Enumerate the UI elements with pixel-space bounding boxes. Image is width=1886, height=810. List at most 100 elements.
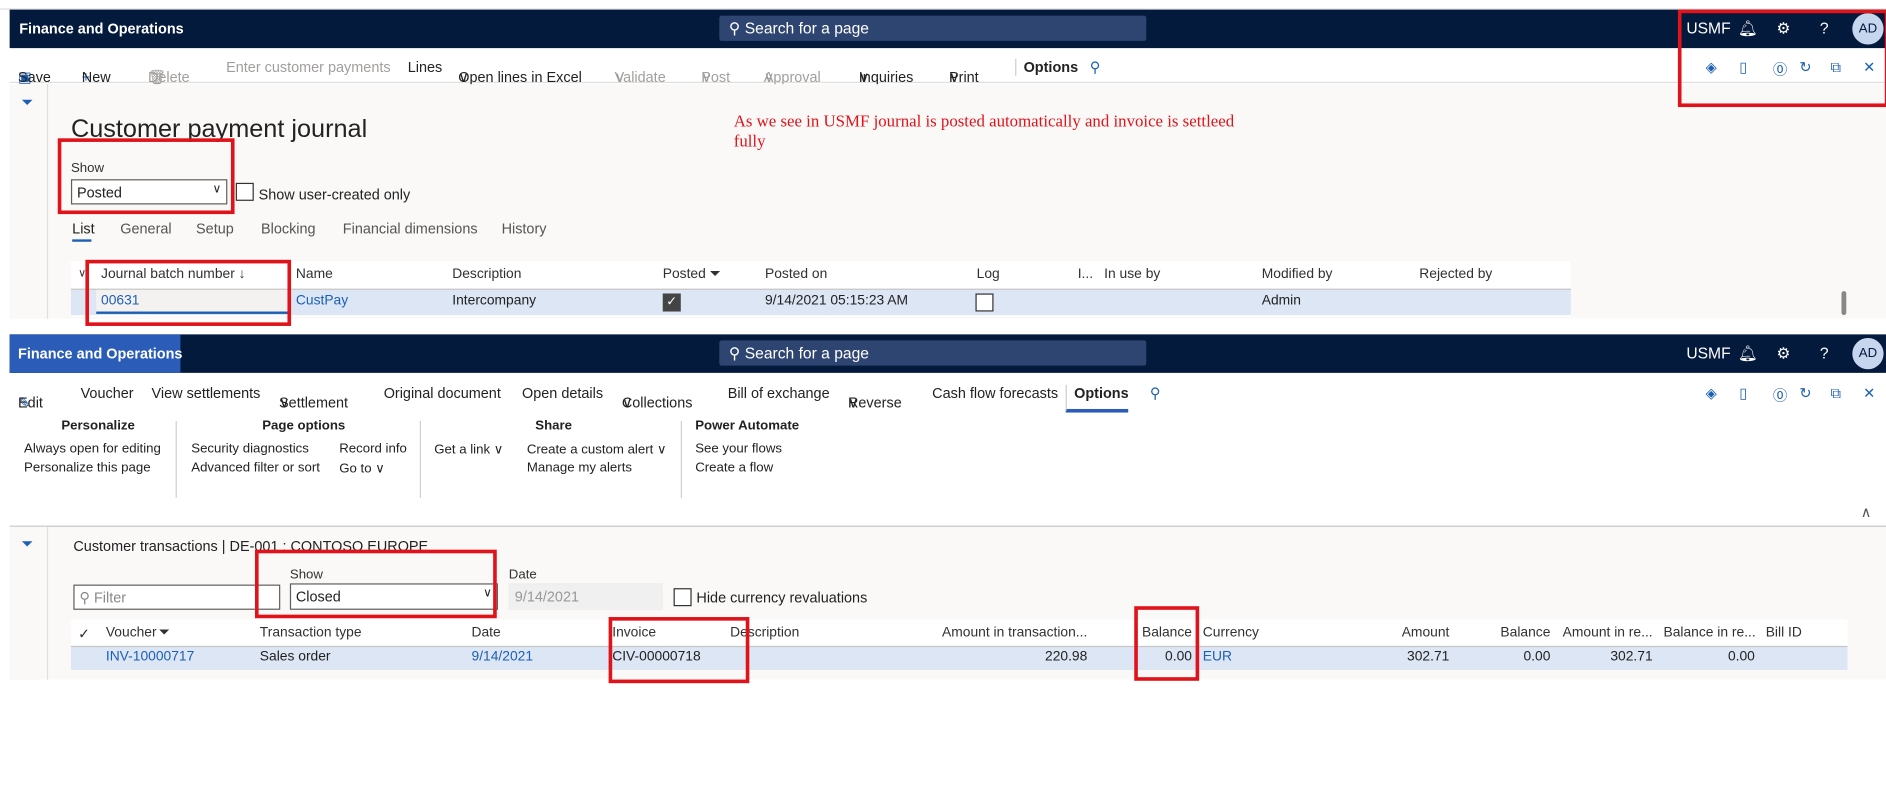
col-description[interactable]: Description	[447, 267, 526, 281]
collections-label: Collections	[621, 394, 693, 412]
search-icon[interactable]: ⚲	[1090, 59, 1101, 76]
col-posted-on[interactable]: Posted on	[760, 267, 832, 281]
highlight-company	[1677, 9, 1886, 108]
col-header[interactable]: Date	[467, 625, 607, 639]
highlight-balance	[1134, 606, 1200, 681]
create-custom-alert-label: Create a custom alert	[526, 442, 654, 458]
tab-blocking[interactable]: Blocking	[261, 220, 316, 237]
company-picker[interactable]: USMF	[1686, 344, 1730, 362]
col-rejected-by[interactable]: Rejected by	[1414, 267, 1497, 281]
col-posted[interactable]: Posted ⏷	[658, 267, 726, 283]
help-icon[interactable]: ?	[1820, 344, 1829, 362]
close-icon[interactable]: ✕	[1863, 385, 1875, 402]
filter-icon[interactable]: ⏷	[22, 535, 34, 553]
voucher-button[interactable]: Voucher	[81, 385, 134, 402]
highlight-show	[57, 138, 235, 215]
tab-setup[interactable]: Setup	[196, 220, 234, 237]
col-header[interactable]: Currency	[1198, 625, 1297, 639]
get-a-link[interactable]: Get a link ∨	[434, 441, 503, 457]
refresh-icon[interactable]: ↻	[1799, 385, 1811, 402]
filter-input[interactable]: ⚲ Filter	[73, 584, 281, 610]
diamond-icon[interactable]: ◈	[1706, 385, 1717, 402]
hide-reval-checkbox[interactable]	[673, 588, 692, 607]
col-name[interactable]: Name	[291, 267, 338, 281]
original-document-button[interactable]: Original document	[384, 385, 501, 402]
filter-icon[interactable]: ⏷	[154, 625, 175, 641]
filter-icon[interactable]: ⏷	[22, 94, 34, 112]
chevron-down-icon: ∨	[375, 461, 385, 477]
col-header[interactable]: Balance in re...	[1659, 625, 1760, 639]
open-new-window-icon[interactable]: ⧉	[1831, 385, 1841, 403]
chevron-down-icon: ∨	[621, 394, 633, 412]
name-cell[interactable]: CustPay	[291, 293, 353, 307]
col-i[interactable]: I...	[1073, 267, 1098, 281]
tab-history[interactable]: History	[502, 220, 547, 237]
table-cell: 302.71	[1407, 649, 1450, 664]
see-flows[interactable]: See your flows	[695, 441, 782, 455]
col-header[interactable]: Voucher	[101, 625, 253, 639]
options-tab[interactable]: Options	[1065, 384, 1129, 413]
annotation-line-2: fully	[733, 133, 766, 152]
advanced-filter[interactable]: Advanced filter or sort	[191, 461, 320, 475]
personalize-page[interactable]: Personalize this page	[24, 461, 151, 475]
col-modified-by[interactable]: Modified by	[1257, 267, 1337, 281]
notifications-icon[interactable]: 🔔︎	[1738, 344, 1758, 363]
col-header[interactable]: Amount in re...	[1556, 625, 1657, 639]
go-to[interactable]: Go to ∨	[339, 461, 385, 477]
view-settlements-button[interactable]: View settlements	[152, 385, 261, 402]
cash-flow-button[interactable]: Cash flow forecasts	[932, 385, 1058, 402]
description-cell: Intercompany	[452, 293, 537, 308]
chevron-down-icon: ∨	[656, 442, 667, 458]
attachments-icon[interactable]: ⓪	[1773, 385, 1787, 405]
filter-pane: ⏷	[9, 526, 49, 680]
app-title[interactable]: Finance and Operations	[18, 345, 182, 362]
tab-general[interactable]: General	[120, 220, 171, 237]
gear-icon[interactable]: ⚙	[1777, 344, 1791, 363]
user-created-label: Show user-created only	[258, 186, 411, 204]
manage-alerts[interactable]: Manage my alerts	[527, 461, 632, 475]
col-header[interactable]: Bill ID	[1761, 625, 1848, 639]
open-details-button[interactable]: Open details	[522, 385, 603, 402]
col-log[interactable]: Log	[972, 267, 1005, 281]
create-custom-alert[interactable]: Create a custom alert ∨	[527, 441, 667, 457]
select-all-icon[interactable]: ✓	[73, 625, 94, 642]
app-title[interactable]: Finance and Operations	[19, 20, 183, 37]
date-input[interactable]: 9/14/2021	[508, 583, 663, 610]
record-info[interactable]: Record info	[339, 441, 407, 455]
tab-financial-dimensions[interactable]: Financial dimensions	[343, 220, 478, 237]
create-flow[interactable]: Create a flow	[695, 461, 773, 475]
col-header[interactable]: Balance	[1455, 625, 1555, 639]
search-icon: ⚲	[728, 19, 745, 38]
posted-on-cell: 9/14/2021 05:15:23 AM	[764, 293, 909, 308]
scrollbar[interactable]	[1841, 291, 1847, 316]
col-in-use-by[interactable]: In use by	[1099, 267, 1165, 281]
enter-payments-button[interactable]: Enter customer payments	[226, 59, 390, 76]
search-icon[interactable]: ⚲	[1150, 385, 1161, 402]
bill-of-exchange-button[interactable]: Bill of exchange	[728, 385, 830, 402]
table-cell[interactable]: INV-10000717	[101, 650, 253, 664]
lines-button[interactable]: Lines	[408, 59, 443, 76]
security-diagnostics[interactable]: Security diagnostics	[191, 441, 309, 455]
tab-list[interactable]: List	[72, 220, 94, 237]
office-icon[interactable]: ▯	[1739, 385, 1747, 402]
options-tab[interactable]: Options	[1015, 58, 1078, 76]
col-header[interactable]: Transaction type	[255, 625, 465, 639]
always-open-editing[interactable]: Always open for editing	[24, 441, 161, 455]
table-cell[interactable]: EUR	[1198, 650, 1297, 664]
user-created-checkbox[interactable]	[235, 182, 254, 201]
navbar: Finance and Operations ⚲ Search for a pa…	[9, 9, 1886, 49]
col-header[interactable]: Amount	[1298, 625, 1454, 639]
avatar[interactable]: AD	[1852, 337, 1884, 370]
search-box[interactable]: ⚲ Search for a page	[719, 340, 1147, 366]
collapse-chevron-icon[interactable]: ∧	[1861, 504, 1872, 521]
table-cell[interactable]: 9/14/2021	[467, 650, 607, 664]
new-label: New	[81, 68, 111, 86]
highlight-show	[254, 549, 497, 619]
table-cell: 0.00	[1523, 649, 1551, 664]
action-pane: ▣ Save + New 🗑︎ Delete Enter customer pa…	[9, 49, 1886, 86]
col-header[interactable]: Amount in transaction...	[936, 625, 1092, 639]
action-pane: ✎ Edit Voucher View settlements Settlemen…	[9, 375, 1886, 413]
chevron-down-icon: ∨	[493, 442, 504, 458]
col-header[interactable]: Description	[725, 625, 934, 639]
search-box[interactable]: ⚲ Search for a page	[719, 15, 1147, 41]
